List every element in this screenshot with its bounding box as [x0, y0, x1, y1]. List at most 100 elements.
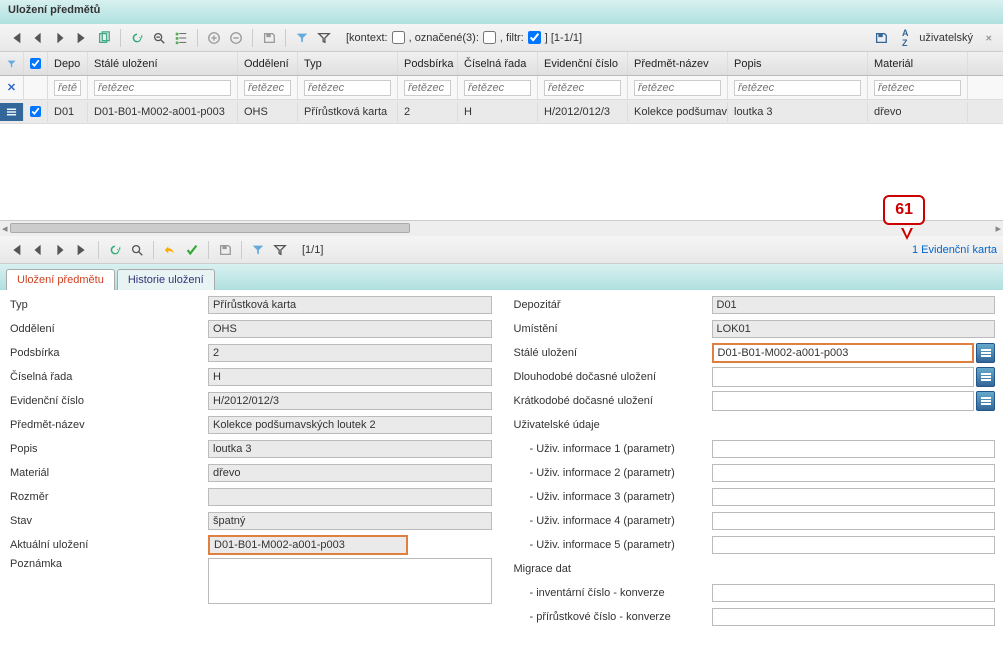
field-u2[interactable]	[712, 464, 996, 482]
col-popis[interactable]: Popis	[728, 52, 868, 75]
field-pozn[interactable]	[208, 558, 492, 604]
kontext-checkbox[interactable]	[392, 31, 405, 44]
indicator-label: uživatelský	[919, 32, 973, 44]
row-menu-icon[interactable]	[0, 103, 24, 121]
filter-dropdown-icon[interactable]	[248, 240, 268, 260]
label-inv: - inventární číslo - konverze	[512, 587, 712, 599]
field-inv[interactable]	[712, 584, 996, 602]
col-evc[interactable]: Evidenční číslo	[538, 52, 628, 75]
field-rozmer[interactable]	[208, 488, 492, 506]
prev-icon[interactable]	[28, 240, 48, 260]
field-akt[interactable]	[208, 535, 408, 555]
label-prir: - přírůstkové číslo - konverze	[512, 611, 712, 623]
field-stav[interactable]	[208, 512, 492, 530]
col-typ[interactable]: Typ	[298, 52, 398, 75]
last-icon[interactable]	[72, 240, 92, 260]
field-dlouh[interactable]	[712, 367, 975, 387]
field-mat[interactable]	[208, 464, 492, 482]
filter-odd[interactable]	[244, 80, 291, 96]
field-evc[interactable]	[208, 392, 492, 410]
field-odd[interactable]	[208, 320, 492, 338]
col-pods[interactable]: Podsbírka	[398, 52, 458, 75]
lookup-krat-icon[interactable]	[976, 391, 995, 411]
tab-historie-ulozeni[interactable]: Historie uložení	[117, 269, 215, 290]
col-odd[interactable]: Oddělení	[238, 52, 298, 75]
col-stale[interactable]: Stálé uložení	[88, 52, 238, 75]
copy-icon[interactable]	[94, 28, 114, 48]
filter-typ[interactable]	[304, 80, 391, 96]
filter-nazev[interactable]	[634, 80, 721, 96]
field-u5[interactable]	[712, 536, 996, 554]
field-typ[interactable]	[208, 296, 492, 314]
save-icon[interactable]	[259, 28, 279, 48]
lookup-dlouh-icon[interactable]	[976, 367, 995, 387]
oznacene-checkbox[interactable]	[483, 31, 496, 44]
remove-icon[interactable]	[226, 28, 246, 48]
label-u5: - Uživ. informace 5 (parametr)	[512, 539, 712, 551]
col-depo[interactable]: Depo	[48, 52, 88, 75]
status-text: [kontext: , označené(3): , filtr: ] [1-1…	[346, 31, 582, 44]
field-depo[interactable]	[712, 296, 996, 314]
filter-icon[interactable]	[314, 28, 334, 48]
zoom-icon[interactable]	[127, 240, 147, 260]
check-col[interactable]	[24, 52, 48, 75]
filtr-checkbox[interactable]	[528, 31, 541, 44]
tab-ulozeni-predmetu[interactable]: Uložení předmětu	[6, 269, 115, 290]
save-icon[interactable]	[215, 240, 235, 260]
cell-typ: Přírůstková karta	[298, 102, 398, 122]
filter-stale[interactable]	[94, 80, 231, 96]
callout-tail	[901, 228, 913, 240]
cell-pods: 2	[398, 102, 458, 122]
filter-icon-col[interactable]	[0, 52, 24, 75]
sort-az-icon[interactable]: AZ	[895, 28, 915, 48]
horizontal-scrollbar[interactable]: ◂ ▸	[0, 220, 1003, 236]
first-icon[interactable]	[6, 28, 26, 48]
filter-rada[interactable]	[464, 80, 531, 96]
field-u3[interactable]	[712, 488, 996, 506]
prev-icon[interactable]	[28, 28, 48, 48]
field-u4[interactable]	[712, 512, 996, 530]
field-stale[interactable]	[712, 343, 975, 363]
col-rada[interactable]: Číselná řada	[458, 52, 538, 75]
label-rozmer: Rozměr	[8, 491, 208, 503]
filter-pods[interactable]	[404, 80, 451, 96]
add-icon[interactable]	[204, 28, 224, 48]
field-krat[interactable]	[712, 391, 975, 411]
table-row[interactable]: D01 D01-B01-M002-a001-p003 OHS Přírůstko…	[0, 100, 1003, 124]
col-nazev[interactable]: Předmět-název	[628, 52, 728, 75]
row-checkbox[interactable]	[30, 105, 41, 118]
undo-icon[interactable]	[160, 240, 180, 260]
save-icon[interactable]	[871, 28, 891, 48]
first-icon[interactable]	[6, 240, 26, 260]
refresh-icon[interactable]	[127, 28, 147, 48]
tabstrip: Uložení předmětu Historie uložení	[0, 264, 1003, 290]
filter-dropdown-icon[interactable]	[292, 28, 312, 48]
filter-mat[interactable]	[874, 80, 961, 96]
field-popis[interactable]	[208, 440, 492, 458]
field-nazev[interactable]	[208, 416, 492, 434]
tree-icon[interactable]	[171, 28, 191, 48]
col-mat[interactable]: Materiál	[868, 52, 968, 75]
lookup-stale-icon[interactable]	[976, 343, 995, 363]
refresh-icon[interactable]	[105, 240, 125, 260]
clear-filter-icon[interactable]: ✕	[7, 81, 16, 94]
filter-depo[interactable]	[54, 80, 81, 96]
field-u1[interactable]	[712, 440, 996, 458]
filter-evc[interactable]	[544, 80, 621, 96]
cell-depo: D01	[48, 102, 88, 122]
settings-icon[interactable]	[977, 28, 997, 48]
confirm-icon[interactable]	[182, 240, 202, 260]
filter-popis[interactable]	[734, 80, 861, 96]
field-pods[interactable]	[208, 344, 492, 362]
last-icon[interactable]	[72, 28, 92, 48]
zoom-out-icon[interactable]	[149, 28, 169, 48]
next-icon[interactable]	[50, 28, 70, 48]
field-rada[interactable]	[208, 368, 492, 386]
next-icon[interactable]	[50, 240, 70, 260]
field-umist[interactable]	[712, 320, 996, 338]
evidencni-karta-link[interactable]: 1 Evidenční karta	[912, 244, 997, 256]
filter-icon[interactable]	[270, 240, 290, 260]
label-u2: - Uživ. informace 2 (parametr)	[512, 467, 712, 479]
label-dlouh: Dlouhodobé dočasné uložení	[512, 371, 712, 383]
field-prir[interactable]	[712, 608, 996, 626]
